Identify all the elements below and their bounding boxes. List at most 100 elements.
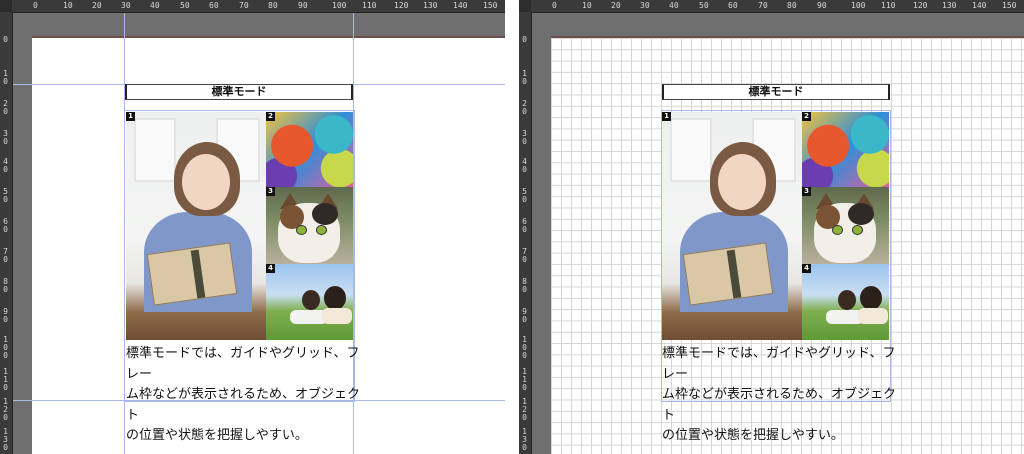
ruler-tick: 130 [942, 1, 957, 10]
body-text-line: 標準モードでは、ガイドやグリッド、フレー [126, 346, 360, 382]
ruler-tick: 60 [728, 1, 738, 10]
frame-number-badge: 1 [126, 112, 135, 121]
ruler-tick: 100 [3, 335, 8, 360]
photo-frame-4[interactable]: 4 [266, 264, 353, 340]
ruler-tick: 100 [522, 335, 527, 360]
ruler-tick: 60 [209, 1, 219, 10]
ruler-tick: 70 [758, 1, 768, 10]
kid-body [858, 308, 888, 324]
ruler-tick: 130 [522, 427, 527, 452]
ruler-tick: 120 [522, 397, 527, 422]
photo-frame-2[interactable]: 2 [266, 112, 353, 187]
ruler-tick: 50 [522, 187, 527, 204]
ruler-tick: 70 [239, 1, 249, 10]
ruler-tick: 140 [453, 1, 468, 10]
photo-frame-4[interactable]: 4 [802, 264, 889, 340]
horizontal-ruler[interactable]: 0 10 20 30 40 50 60 70 80 90 100 110 120… [0, 0, 505, 13]
vertical-ruler[interactable]: 0 10 20 30 40 50 60 70 80 90 100 110 120… [0, 12, 13, 454]
ruler-tick: 30 [522, 129, 527, 146]
body-text-line: の位置や状態を把握しやすい。 [662, 428, 844, 443]
photo-frame-2[interactable]: 2 [802, 112, 889, 187]
cat-eye [316, 225, 327, 235]
ruler-tick: 130 [423, 1, 438, 10]
ruler-tick: 0 [552, 1, 557, 10]
ruler-tick: 40 [150, 1, 160, 10]
ruler-tick: 30 [121, 1, 131, 10]
ruler-origin[interactable] [519, 0, 531, 12]
ruler-tick: 10 [582, 1, 592, 10]
ruler-tick: 50 [180, 1, 190, 10]
photo-frame-3[interactable]: 3 [266, 187, 353, 264]
ruler-tick: 0 [3, 35, 8, 44]
cat-eye [832, 225, 843, 235]
ruler-tick: 20 [522, 99, 527, 116]
cat-patch [312, 203, 338, 225]
ruler-tick: 140 [972, 1, 987, 10]
person-face [718, 154, 766, 210]
frame-number-badge: 3 [266, 187, 275, 196]
mode-title-frame[interactable]: 標準モード [125, 84, 353, 100]
vertical-ruler[interactable]: 0 10 20 30 40 50 60 70 80 90 100 110 120… [519, 12, 532, 454]
ruler-tick: 70 [522, 247, 527, 264]
body-text-line: の位置や状態を把握しやすい。 [126, 428, 308, 443]
ruler-tick: 90 [3, 307, 8, 324]
cat-eye [296, 225, 307, 235]
kid-head [324, 286, 346, 310]
ruler-tick: 10 [63, 1, 73, 10]
ruler-tick: 120 [3, 397, 8, 422]
ruler-tick: 110 [522, 367, 527, 392]
photo-frame-1[interactable]: 1 [126, 112, 266, 340]
ruler-tick: 110 [362, 1, 377, 10]
ruler-tick: 100 [332, 1, 347, 10]
body-text-line: ム枠などが表示されるため、オブジェクト [662, 387, 897, 423]
ruler-tick: 60 [3, 217, 8, 234]
person-face [182, 154, 230, 210]
kid-head [860, 286, 882, 310]
ruler-tick: 40 [522, 157, 527, 174]
cat-patch [848, 203, 874, 225]
frame-number-badge: 2 [266, 112, 275, 121]
ruler-tick: 150 [483, 1, 498, 10]
ruler-tick: 110 [3, 367, 8, 392]
kid-head [838, 290, 856, 310]
ruler-tick: 130 [3, 427, 8, 452]
ruler-tick: 40 [3, 157, 8, 174]
frame-number-badge: 3 [802, 187, 811, 196]
frame-number-badge: 1 [662, 112, 671, 121]
horizontal-ruler[interactable]: 0 10 20 30 40 50 60 70 80 90 100 110 120… [519, 0, 1024, 13]
ruler-tick: 70 [3, 247, 8, 264]
ruler-tick: 30 [640, 1, 650, 10]
ruler-tick: 80 [522, 277, 527, 294]
ruler-tick: 20 [92, 1, 102, 10]
window-decor [134, 118, 176, 182]
document-window-grid-view: 標準モード 1 2 3 4 標準モードでは、ガイドやグリッド、フレー ム枠などが… [519, 0, 1024, 454]
mode-title: 標準モード [748, 85, 804, 98]
ruler-origin[interactable] [0, 0, 12, 12]
ruler-tick: 90 [817, 1, 827, 10]
ruler-tick: 40 [669, 1, 679, 10]
kid-head [302, 290, 320, 310]
body-text-line: ム枠などが表示されるため、オブジェクト [126, 387, 361, 423]
ruler-tick: 30 [3, 129, 8, 146]
photo-frame-3[interactable]: 3 [802, 187, 889, 264]
body-text-frame[interactable]: 標準モードでは、ガイドやグリッド、フレー ム枠などが表示されるため、オブジェクト… [126, 344, 366, 447]
ruler-tick: 60 [522, 217, 527, 234]
body-text-frame[interactable]: 標準モードでは、ガイドやグリッド、フレー ム枠などが表示されるため、オブジェクト… [662, 344, 902, 447]
photo-frame-1[interactable]: 1 [662, 112, 802, 340]
ruler-tick: 80 [787, 1, 797, 10]
ruler-tick: 20 [3, 99, 8, 116]
ruler-tick: 100 [851, 1, 866, 10]
frame-number-badge: 4 [802, 264, 811, 273]
ruler-tick: 80 [268, 1, 278, 10]
frame-number-badge: 4 [266, 264, 275, 273]
ruler-tick: 50 [3, 187, 8, 204]
ruler-tick: 120 [913, 1, 928, 10]
ruler-tick: 50 [699, 1, 709, 10]
ruler-tick: 110 [881, 1, 896, 10]
ruler-tick: 80 [3, 277, 8, 294]
cat-eye [852, 225, 863, 235]
body-text-line: 標準モードでは、ガイドやグリッド、フレー [662, 346, 896, 382]
mode-title-frame[interactable]: 標準モード [662, 84, 890, 100]
kid-body [322, 308, 352, 324]
ruler-tick: 10 [3, 69, 8, 86]
